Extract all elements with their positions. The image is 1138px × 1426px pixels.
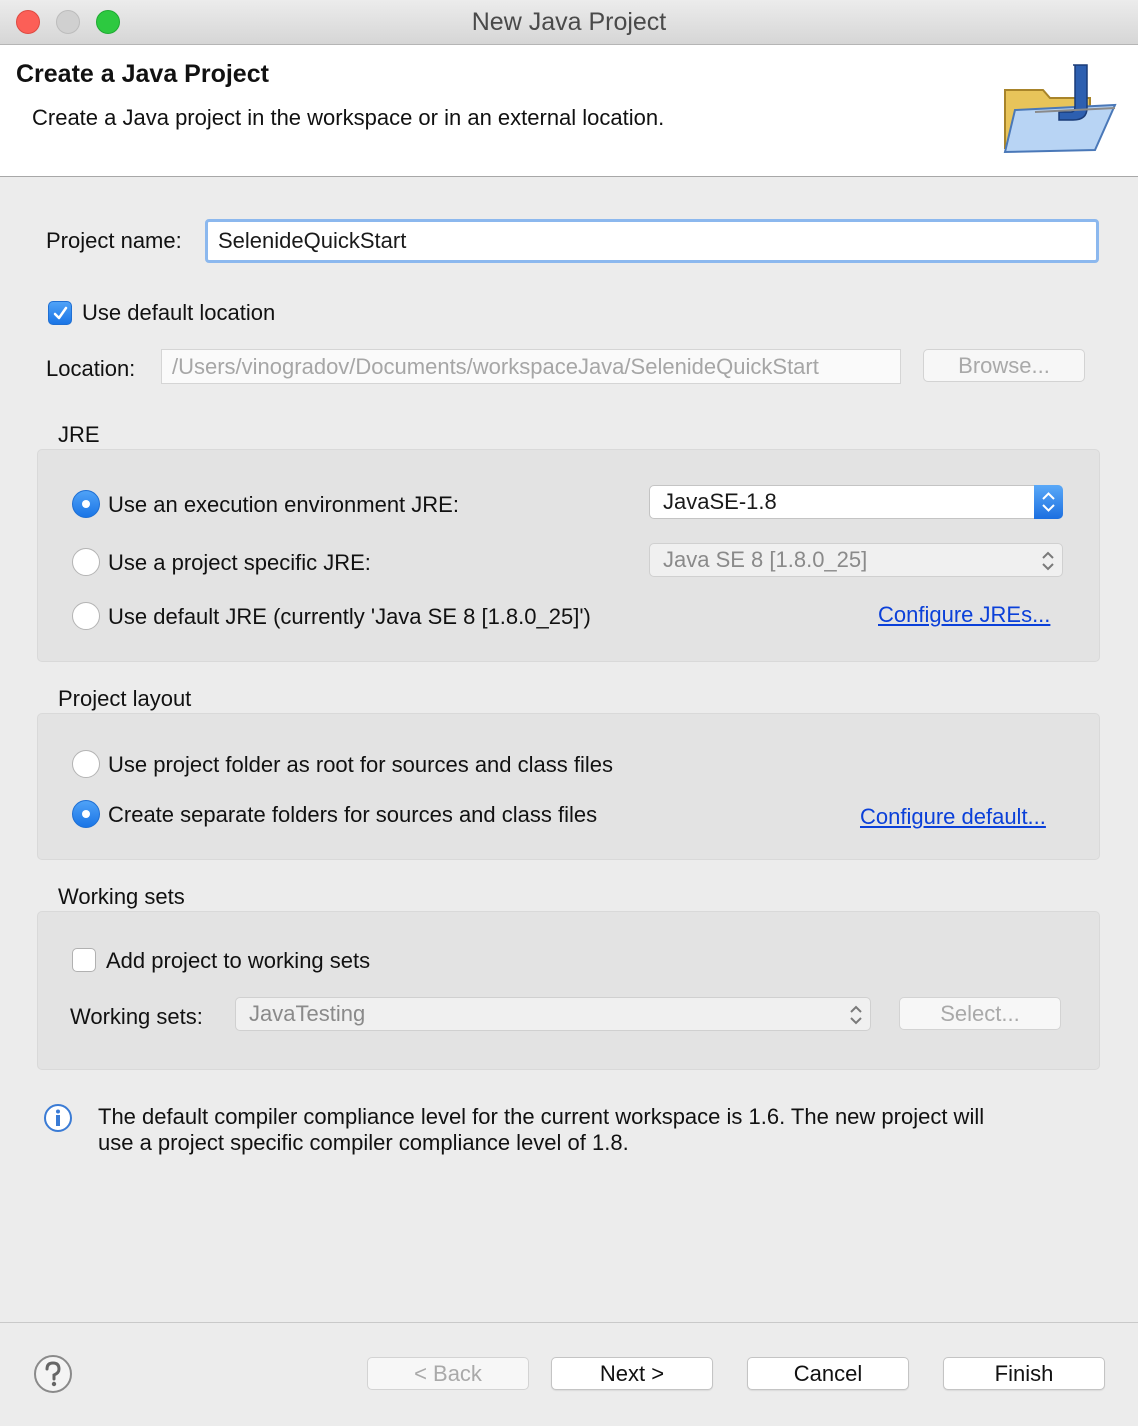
finish-button[interactable]: Finish [943,1357,1105,1390]
layout-group [37,713,1100,860]
location-input[interactable]: /Users/vinogradov/Documents/workspaceJav… [161,349,901,384]
next-button[interactable]: Next > [551,1357,713,1390]
use-default-location-checkbox[interactable] [48,301,72,325]
chevron-updown-icon [1042,551,1054,571]
title-bar[interactable]: New Java Project [0,0,1138,45]
configure-default-link[interactable]: Configure default... [860,804,1046,830]
add-to-working-sets-checkbox[interactable] [72,948,96,972]
project-specific-jre-label: Use a project specific JRE: [108,550,371,575]
jre-section-label: JRE [58,422,100,447]
add-to-working-sets-label: Add project to working sets [106,948,371,973]
layout-root-label: Use project folder as root for sources a… [108,752,614,777]
project-specific-jre-radio[interactable] [72,548,100,576]
use-default-location-label: Use default location [82,300,276,325]
working-sets-section-label: Working sets [58,884,185,909]
location-label: Location: [46,356,136,381]
working-sets-label: Working sets: [70,1004,203,1029]
layout-separate-radio[interactable] [72,800,100,828]
info-icon [44,1104,72,1132]
java-project-folder-icon [1003,64,1117,154]
checkmark-icon [53,306,68,320]
info-message-line1: The default compiler compliance level fo… [98,1104,985,1129]
footer-divider [0,1322,1138,1323]
project-name-label: Project name: [46,228,182,253]
wizard-description: Create a Java project in the workspace o… [32,105,665,130]
info-message-line2: use a project specific compiler complian… [98,1130,629,1155]
browse-button[interactable]: Browse... [923,349,1085,382]
layout-section-label: Project layout [58,686,192,711]
working-sets-group [37,911,1100,1070]
working-sets-select[interactable]: JavaTesting [235,997,871,1031]
chevron-updown-icon [1042,492,1055,512]
select-working-sets-button[interactable]: Select... [899,997,1061,1030]
location-value: /Users/vinogradov/Documents/workspaceJav… [172,353,819,379]
project-specific-jre-value: Java SE 8 [1.8.0_25] [663,547,868,572]
working-sets-value: JavaTesting [249,1001,366,1026]
wizard-header: Create a Java Project Create a Java proj… [0,45,1138,177]
back-button[interactable]: < Back [367,1357,529,1390]
exec-env-select[interactable]: JavaSE-1.8 [649,485,1063,519]
layout-separate-label: Create separate folders for sources and … [108,802,598,827]
default-jre-label: Use default JRE (currently 'Java SE 8 [1… [108,604,591,629]
project-specific-jre-select[interactable]: Java SE 8 [1.8.0_25] [649,543,1063,577]
cancel-button[interactable]: Cancel [747,1357,909,1390]
window-title: New Java Project [471,8,667,36]
layout-root-radio[interactable] [72,750,100,778]
exec-env-jre-label: Use an execution environment JRE: [108,492,459,517]
default-jre-radio[interactable] [72,602,100,630]
exec-env-value: JavaSE-1.8 [663,489,777,514]
configure-jres-link[interactable]: Configure JREs... [878,602,1050,628]
exec-env-jre-radio[interactable] [72,490,100,518]
exec-env-stepper [1034,485,1063,519]
wizard-title: Create a Java Project [16,60,269,88]
project-name-value: SelenideQuickStart [218,228,407,253]
chevron-updown-icon [850,1005,862,1025]
help-icon[interactable] [33,1354,73,1394]
project-name-input[interactable]: SelenideQuickStart [205,219,1099,263]
